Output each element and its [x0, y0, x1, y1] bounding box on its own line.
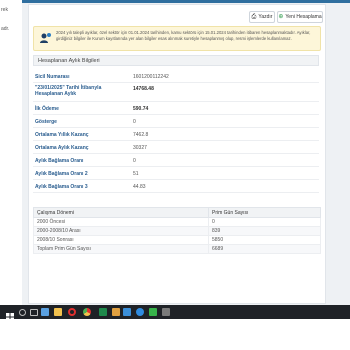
table-header-row: Çalışma Dönemi Prim Gün Sayısı [33, 207, 321, 218]
sidebar-item[interactable]: adr. [1, 26, 9, 32]
table-row: Toplam Prim Gün Sayısı 6689 [33, 244, 321, 254]
detail-row: Sicil Numarası 1601200112242 [33, 71, 319, 83]
row-label: Gösterge [35, 119, 57, 125]
row-value: 590.74 [133, 106, 149, 112]
file-explorer-icon[interactable] [54, 308, 62, 316]
opera-icon[interactable] [68, 308, 76, 316]
excel-icon[interactable] [99, 308, 107, 316]
row-value: 7462.8 [133, 132, 149, 138]
row-value: 44.83 [133, 184, 146, 190]
top-bar [22, 0, 350, 3]
row-label: Aylık Bağlama Oranı 2 [35, 171, 88, 177]
column-header: Çalışma Dönemi [33, 207, 209, 218]
premium-days-table: Çalışma Dönemi Prim Gün Sayısı 2000 Önce… [33, 207, 321, 254]
alert-text: 2024 yılı talepli ayıklar, özel sektör i… [56, 30, 311, 41]
table-row: 2008/10 Sonrası 5850 [33, 235, 321, 245]
row-label: Aylık Bağlama Oranı 3 [35, 184, 88, 190]
row-value: 0 [133, 158, 136, 164]
table-cell: 2008/10 Sonrası [33, 235, 209, 245]
row-label: "23/01/2025" Tarihi İtibarıyla Hesaplana… [35, 85, 102, 97]
row-value: 1601200112242 [133, 74, 169, 80]
left-sidebar: rek adr. [0, 0, 22, 305]
row-value: 14768.48 [133, 86, 154, 92]
row-label: Aylık Bağlama Oranı [35, 158, 84, 164]
result-card: ⎙ Yazdır ⊕ Yeni Hesaplama 2024 yılı tale… [28, 4, 326, 304]
table-cell: 0 [208, 217, 321, 227]
detail-row: Aylık Bağlama Oranı 0 [33, 155, 319, 167]
row-label: Sicil Numarası [35, 74, 70, 80]
row-value: 51 [133, 171, 139, 177]
detail-row: Ortalama Aylık Kazanç 30327 [33, 142, 319, 154]
new-calculation-label: Yeni Hesaplama [285, 14, 322, 20]
new-calculation-button[interactable]: ⊕ Yeni Hesaplama [277, 11, 323, 23]
row-label: Ortalama Aylık Kazanç [35, 145, 89, 151]
image-viewer-icon[interactable] [41, 308, 49, 316]
windows-icon[interactable] [6, 308, 14, 321]
table-cell: 6689 [208, 244, 321, 254]
row-value: 30327 [133, 145, 147, 151]
detail-row: Aylık Bağlama Oranı 2 51 [33, 168, 319, 180]
taskbar [0, 305, 350, 321]
detail-row: İlk Ödeme 590.74 [33, 103, 319, 115]
detail-row: Gösterge 0 [33, 116, 319, 128]
user-info-icon [39, 32, 51, 44]
column-header: Prim Gün Sayısı [208, 207, 321, 218]
table-cell: 2000 Öncesi [33, 217, 209, 227]
row-label: İlk Ödeme [35, 106, 59, 112]
row-label: Ortalama Yıllık Kazanç [35, 132, 89, 138]
app-icon-2[interactable] [162, 308, 170, 316]
print-button-label: Yazdır [258, 14, 273, 20]
printer-icon: ⎙ [251, 14, 257, 20]
table-row: 2000-2008/10 Arası 839 [33, 226, 321, 236]
plus-circle-icon: ⊕ [278, 14, 284, 20]
green-app-icon[interactable] [149, 308, 157, 316]
print-button[interactable]: ⎙ Yazdır [249, 11, 275, 23]
chrome-icon[interactable] [83, 308, 91, 316]
search-icon[interactable] [19, 309, 26, 316]
detail-row: Ortalama Yıllık Kazanç 7462.8 [33, 129, 319, 141]
app-icon[interactable] [112, 308, 120, 316]
task-view-icon[interactable] [30, 309, 38, 316]
detail-row: Aylık Bağlama Oranı 3 44.83 [33, 181, 319, 193]
cloud-icon[interactable] [136, 308, 144, 316]
table-cell: Toplam Prim Gün Sayısı [33, 244, 209, 254]
table-row: 2000 Öncesi 0 [33, 217, 321, 227]
table-cell: 839 [208, 226, 321, 236]
table-cell: 5850 [208, 235, 321, 245]
blank-area [0, 319, 350, 350]
row-value: 0 [133, 119, 136, 125]
table-cell: 2000-2008/10 Arası [33, 226, 209, 236]
detail-row: "23/01/2025" Tarihi İtibarıyla Hesaplana… [33, 83, 319, 102]
section-title: Hesaplanan Aylık Bilgileri [33, 55, 319, 66]
info-alert: 2024 yılı talepli ayıklar, özel sektör i… [33, 26, 321, 51]
sidebar-item[interactable]: rek [1, 7, 8, 13]
store-icon[interactable] [123, 308, 131, 316]
